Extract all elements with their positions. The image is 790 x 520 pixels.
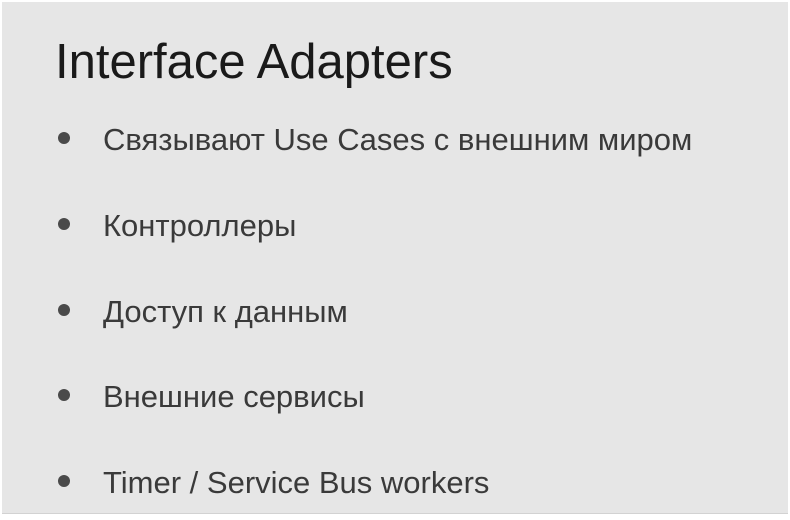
bullet-text: Связывают Use Cases с внешним миром — [103, 122, 693, 157]
slide-title: Interface Adapters — [55, 35, 453, 89]
bullet-dot-icon — [58, 475, 70, 487]
slide: Interface Adapters Связывают Use Cases с… — [2, 2, 788, 514]
bullet-text: Доступ к данным — [103, 294, 348, 329]
bullet-text: Контроллеры — [103, 208, 297, 243]
bullet-dot-icon — [58, 389, 70, 401]
bullet-dot-icon — [58, 218, 70, 230]
bullet-dot-icon — [58, 304, 70, 316]
bullet-text: Внешние сервисы — [103, 379, 365, 414]
bullet-text: Timer / Service Bus workers — [103, 465, 490, 500]
bullet-dot-icon — [58, 132, 70, 144]
